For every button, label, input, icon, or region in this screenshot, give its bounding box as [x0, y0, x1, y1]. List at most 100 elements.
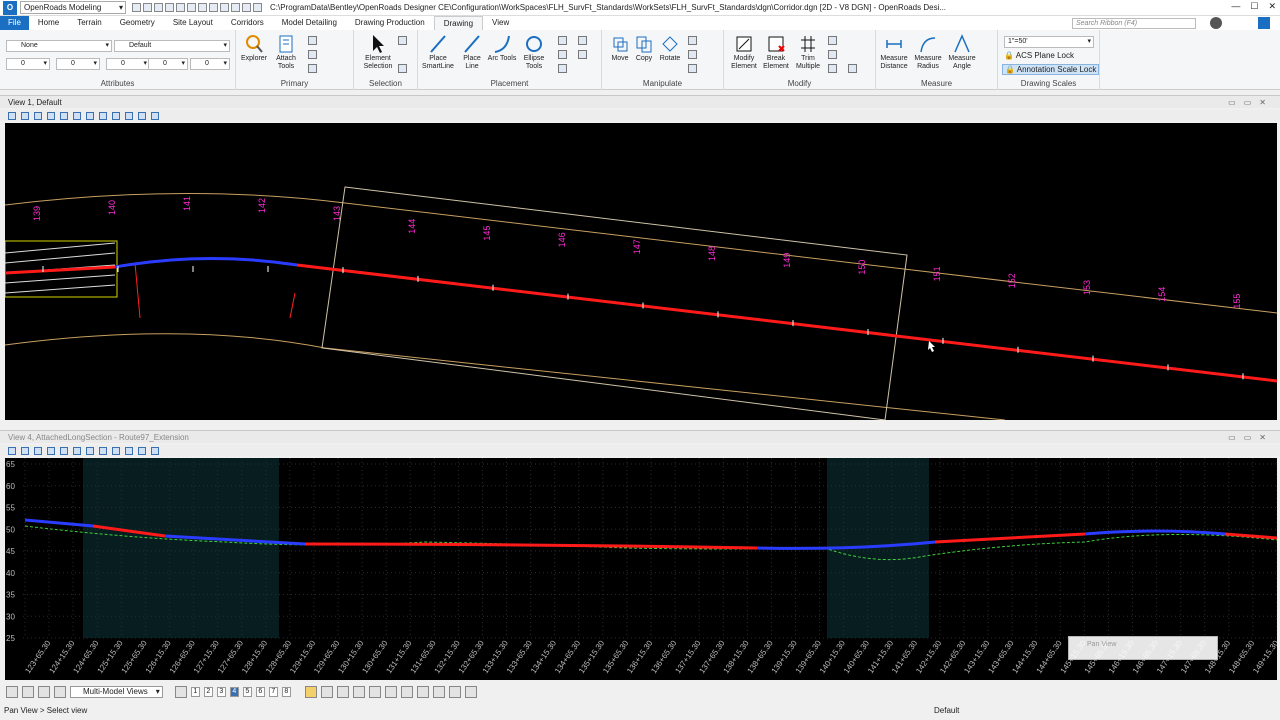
intersection-snap-icon[interactable]: [416, 686, 429, 698]
fillet-icon[interactable]: [828, 64, 837, 73]
color-select[interactable]: 0: [6, 58, 50, 70]
view-3-button[interactable]: 3: [216, 687, 226, 697]
fit-view-icon[interactable]: [198, 3, 207, 12]
rotate-view-icon[interactable]: [99, 111, 107, 120]
undo-icon[interactable]: [176, 3, 185, 12]
close-icon[interactable]: ✕: [1268, 1, 1276, 12]
line-icon[interactable]: [220, 3, 229, 12]
fence-icon[interactable]: [398, 64, 407, 73]
place-smartline-button[interactable]: Place SmartLine: [422, 34, 454, 71]
style-select[interactable]: Default: [114, 40, 230, 52]
open-file-icon[interactable]: [143, 3, 152, 12]
view-8-button[interactable]: 8: [281, 687, 291, 697]
back-icon[interactable]: [6, 686, 18, 698]
delete-icon[interactable]: [848, 64, 857, 73]
tab-model-detailing[interactable]: Model Detailing: [273, 16, 346, 30]
view-attributes-icon[interactable]: [8, 111, 16, 120]
view-5-button[interactable]: 5: [242, 687, 252, 697]
view1-window-controls[interactable]: ▭▭✕: [1228, 96, 1274, 109]
acs-plane-lock-toggle[interactable]: 🔒 ACS Plane Lock: [1004, 51, 1074, 60]
update-view-icon[interactable]: [34, 111, 42, 120]
view-4-button[interactable]: 4: [229, 687, 239, 697]
workflow-select[interactable]: OpenRoads Modeling: [20, 1, 126, 14]
snap-icon[interactable]: [320, 686, 333, 698]
references-icon[interactable]: [308, 64, 317, 73]
save-icon[interactable]: [154, 3, 163, 12]
tab-drawing-production[interactable]: Drawing Production: [346, 16, 434, 30]
view4-table-icon[interactable]: [99, 446, 107, 455]
scale-icon[interactable]: [688, 36, 697, 45]
view-6-button[interactable]: 6: [255, 687, 265, 697]
arc-tools-button[interactable]: Arc Tools: [486, 34, 518, 63]
midpoint-snap-icon[interactable]: [368, 686, 381, 698]
tab-corridors[interactable]: Corridors: [222, 16, 273, 30]
maximize-icon[interactable]: ☐: [1250, 1, 1258, 12]
view4-display-icon[interactable]: [21, 446, 29, 455]
explorer-button[interactable]: Explorer: [238, 34, 270, 63]
origin-snap-icon[interactable]: [400, 686, 413, 698]
multi-model-views-select[interactable]: Multi-Model Views: [70, 686, 163, 698]
search-ribbon-input[interactable]: Search Ribbon (F4): [1072, 18, 1196, 29]
drawing-scale-select[interactable]: 1"=50': [1004, 36, 1094, 48]
tab-file[interactable]: File: [0, 16, 29, 30]
view4-grid-icon[interactable]: [86, 446, 94, 455]
display-style-icon[interactable]: [21, 111, 29, 120]
view4-attributes-icon[interactable]: [8, 446, 16, 455]
user-icon[interactable]: [1210, 17, 1222, 29]
measure-angle-button[interactable]: Measure Angle: [946, 34, 978, 71]
view4-update-icon[interactable]: [34, 446, 42, 455]
view-1-button[interactable]: 1: [190, 687, 200, 697]
keypoint-snap-icon[interactable]: [336, 686, 349, 698]
zoom-out-icon[interactable]: [60, 111, 68, 120]
settings-icon[interactable]: [242, 3, 251, 12]
view4-zoom-out-icon[interactable]: [60, 446, 68, 455]
place-line-button[interactable]: Place Line: [456, 34, 488, 71]
view4-prev-icon[interactable]: [125, 446, 133, 455]
view4-copy-icon[interactable]: [151, 446, 159, 455]
measure-radius-button[interactable]: Measure Radius: [912, 34, 944, 71]
priority-select[interactable]: 0: [190, 58, 230, 70]
accudraw-icon[interactable]: [304, 686, 317, 698]
element-selection-button[interactable]: Element Selection: [358, 34, 398, 71]
tab-terrain[interactable]: Terrain: [68, 16, 110, 30]
plan-view-drawing[interactable]: 139 140 141 142 143 144 145 146 147 148 149 150 151 1…: [5, 123, 1277, 420]
perpendicular-snap-icon[interactable]: [448, 686, 461, 698]
polygon-icon[interactable]: [558, 36, 567, 45]
text-icon[interactable]: [209, 3, 218, 12]
app-logo-icon[interactable]: O: [3, 0, 17, 15]
level-select[interactable]: None: [6, 40, 112, 52]
tab-geometry[interactable]: Geometry: [111, 16, 164, 30]
view4-pan-icon[interactable]: [112, 446, 120, 455]
center-snap-icon[interactable]: [384, 686, 397, 698]
class-select[interactable]: 0: [148, 58, 188, 70]
minimize-icon[interactable]: —: [1231, 1, 1240, 12]
view-next-icon[interactable]: [138, 111, 146, 120]
nearest-snap-icon[interactable]: [432, 686, 445, 698]
new-file-icon[interactable]: [132, 3, 141, 12]
select-all-icon[interactable]: [398, 36, 407, 45]
annotation-scale-lock-toggle[interactable]: 🔒 Annotation Scale Lock: [1002, 64, 1100, 75]
linestyle-select[interactable]: 0: [106, 58, 150, 70]
view-7-button[interactable]: 7: [268, 687, 278, 697]
level-icon[interactable]: [231, 3, 240, 12]
view4-fit-icon[interactable]: [73, 446, 81, 455]
help-icon[interactable]: [253, 3, 262, 12]
level-manager-icon[interactable]: [308, 36, 317, 45]
view1-titlebar[interactable]: View 1, Default ▭▭✕: [0, 95, 1280, 108]
weight-select[interactable]: 0: [56, 58, 100, 70]
mirror-icon[interactable]: [688, 50, 697, 59]
view4-window-controls[interactable]: ▭▭✕: [1228, 431, 1274, 444]
tab-drawing[interactable]: Drawing: [433, 16, 484, 30]
attach-tools-button[interactable]: Attach Tools: [270, 34, 302, 71]
print-icon[interactable]: [165, 3, 174, 12]
active-level-status[interactable]: Default: [934, 706, 959, 715]
view4-titlebar[interactable]: View 4, AttachedLongSection - Route97_Ex…: [0, 430, 1280, 443]
measure-distance-button[interactable]: Measure Distance: [878, 34, 910, 71]
home-icon[interactable]: [38, 686, 50, 698]
fit-view-tool-icon[interactable]: [86, 111, 94, 120]
window-area-icon[interactable]: [73, 111, 81, 120]
view4-next-icon[interactable]: [138, 446, 146, 455]
fit-all-icon[interactable]: [464, 686, 477, 698]
zoom-in-icon[interactable]: [47, 111, 55, 120]
modify-element-button[interactable]: Modify Element: [728, 34, 760, 71]
